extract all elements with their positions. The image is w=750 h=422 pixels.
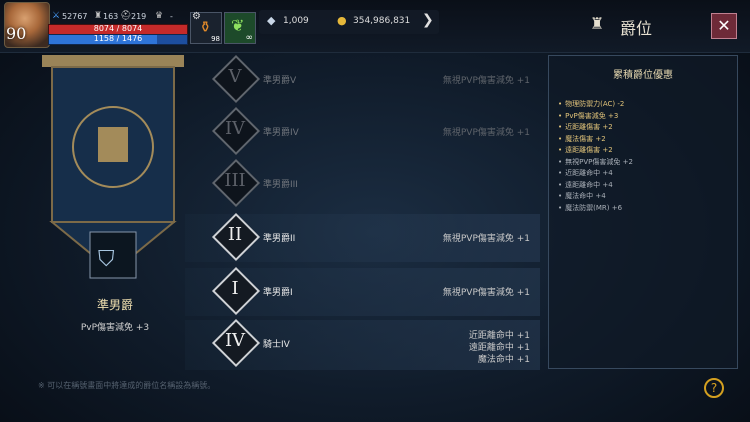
trophy-icon: ♛ [155,11,164,21]
diamond-icon: ◆ [267,14,276,27]
reward-item: 近距離傷害 +2 [558,122,633,134]
ally-icon: ♜ [94,11,103,21]
buff-slot[interactable]: ❦ ∞ [224,12,256,44]
rank-row[interactable]: IV 準男爵IV 無視PVP傷害減免 +1 [185,106,540,156]
close-button[interactable]: ✕ [711,13,737,39]
rank-name: 準男爵II [263,234,296,244]
rank-bonus: 魔法命中 +1 [477,355,530,365]
rank-name: 騎士IV [263,340,290,350]
shield-icon: ⛉ [98,247,115,272]
leaf-icon: ❦ [231,16,245,35]
reward-item: 魔法傷害 +2 [558,134,633,146]
cumulative-rewards-panel: 累積爵位優惠 物理防禦力(AC) -2 PvP傷害減免 +3 近距離傷害 +2 … [548,55,738,369]
rank-name: 準男爵V [263,76,297,86]
gold-amount: 354,986,831 [353,16,411,26]
combat-power: 52767 [62,12,88,21]
combat-power-icon: ⚔ [52,11,61,21]
reward-list: 物理防禦力(AC) -2 PvP傷害減免 +3 近距離傷害 +2 魔法傷害 +2… [558,99,633,214]
reward-item: 遠距離命中 +4 [558,180,633,192]
rank-bonus: 無視PVP傷害減免 +1 [442,234,530,244]
reward-item: 無視PVP傷害減免 +2 [558,157,633,169]
rank-bonus: 無視PVP傷害減免 +1 [442,76,530,86]
footer-note: ※ 可以在稱號畫面中將達成的爵位名稱設為稱號。 [38,381,216,390]
page-title: 爵位 [620,19,653,38]
stat-3: 219 [131,12,147,21]
stat-2: 163 [103,12,119,21]
chevron-right-icon[interactable]: ❯ [422,12,434,28]
potion-slot[interactable]: ⚙ ⚱ 98 [190,11,222,44]
mp-text: 1158 / 1476 [93,34,143,43]
rank-row[interactable]: II 準男爵II 無視PVP傷害減免 +1 [185,212,540,262]
rank-name: 準男爵IV [263,128,299,138]
rank-numeral: IV [224,330,246,351]
rank-row[interactable]: III 準男爵III [185,158,540,208]
title-icon: ♜ [590,14,605,33]
rank-row[interactable]: V 準男爵V 無視PVP傷害減免 +1 [185,54,540,104]
diamond-amount: 1,009 [283,16,309,26]
rank-name: 準男爵 [96,298,133,312]
rank-bonus: 無視PVP傷害減免 +1 [442,288,530,298]
help-button[interactable]: ? [704,378,724,398]
reward-item: 遠距離傷害 +2 [558,145,633,157]
potion-count: 98 [211,35,220,43]
rank-numeral: V [228,66,242,87]
reward-item: 魔法防禦(MR) +6 [558,203,633,215]
rank-numeral: II [227,224,243,245]
gold-icon: ● [337,14,347,27]
reward-item: PvP傷害減免 +3 [558,111,633,123]
rank-numeral: IV [224,118,246,139]
currency-bar: ◆ 1,009 ● 354,986,831 [259,10,439,34]
rewards-title: 累積爵位優惠 [613,70,673,81]
stat-4: - [170,12,173,21]
rank-row[interactable]: IV 騎士IV 近距離命中 +1 遠距離命中 +1 魔法命中 +1 [185,318,540,370]
top-bar: 90 ⚔ 52767 ♜ 163 ⛑ 219 ♛ - 8074 / 8074 1… [0,0,750,53]
rank-row[interactable]: I 準男爵I 無視PVP傷害減免 +1 [185,266,540,316]
rank-name: 準男爵I [263,288,293,298]
rank-name: 準男爵III [263,180,298,190]
rank-numeral: I [231,278,239,299]
hp-text: 8074 / 8074 [93,24,143,33]
reward-item: 魔法命中 +4 [558,191,633,203]
rank-bonus: PvP傷害減免 +3 [80,323,150,333]
rank-numeral: III [224,170,246,191]
mp-bar: 1158 / 1476 [48,34,188,45]
buff-count: ∞ [245,33,254,43]
player-level: 90 [6,24,27,43]
reward-item: 近距離命中 +4 [558,168,633,180]
rank-banner: ⛉ 準男爵 PvP傷害減免 +3 [30,52,200,382]
helmet-icon: ⛑ [120,11,132,21]
rank-bonus: 無視PVP傷害減免 +1 [442,128,530,138]
potion-icon: ⚱ [199,18,212,36]
reward-item: 物理防禦力(AC) -2 [558,99,633,111]
